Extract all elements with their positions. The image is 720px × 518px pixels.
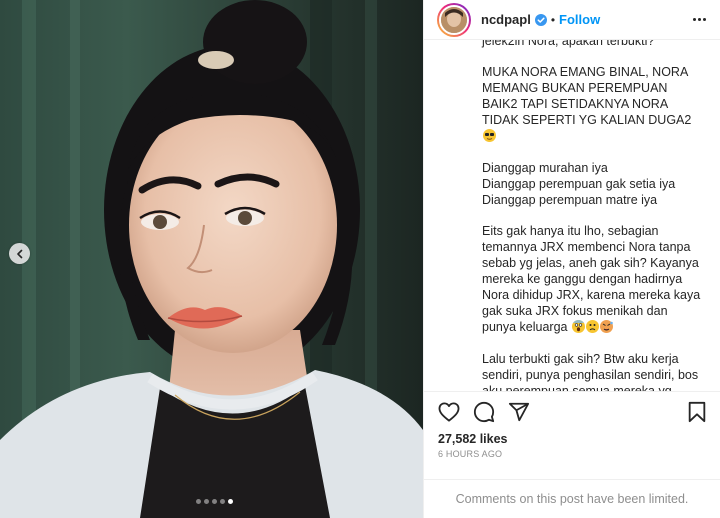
- post-photo: [0, 0, 423, 518]
- comment-icon[interactable]: [473, 401, 495, 423]
- comments-limited-notice: Comments on this post have been limited.: [424, 478, 720, 518]
- post-timestamp[interactable]: 6 HOURS AGO: [424, 449, 720, 462]
- post-media[interactable]: [0, 0, 423, 518]
- post-sidebar: ncdpapl • Follow jelek2in Nora, apakah t…: [423, 0, 720, 518]
- caption-paragraph: Eits gak hanya itu lho, sebagian temanny…: [482, 224, 701, 334]
- caption-paragraph: jelek2in Nora, apakah terbukti?: [482, 40, 655, 48]
- carousel-dot: [228, 499, 233, 504]
- bookmark-icon[interactable]: [687, 401, 707, 423]
- separator-bullet: •: [550, 12, 556, 27]
- carousel-dot: [212, 499, 217, 504]
- carousel-dot: [204, 499, 209, 504]
- caption-paragraph: Dianggap murahan iya Dianggap perempuan …: [482, 160, 676, 207]
- heart-icon[interactable]: [438, 402, 460, 422]
- chevron-left-icon: [16, 249, 22, 258]
- caption-paragraph: MUKA NORA EMANG BINAL, NORA MEMANG BUKAN…: [482, 64, 702, 144]
- post-header: ncdpapl • Follow: [424, 0, 720, 40]
- carousel-dot: [196, 499, 201, 504]
- instagram-post: ncdpapl • Follow jelek2in Nora, apakah t…: [0, 0, 720, 518]
- carousel-previous-button[interactable]: [9, 243, 30, 264]
- caption-paragraph: Lalu terbukti gak sih? Btw aku kerja sen…: [482, 351, 699, 392]
- post-caption: jelek2in Nora, apakah terbukti? MUKA NOR…: [482, 40, 702, 392]
- paper-plane-icon[interactable]: [508, 401, 530, 423]
- avatar[interactable]: [437, 2, 471, 37]
- more-options-icon[interactable]: [689, 14, 710, 25]
- avatar-photo: [441, 6, 467, 33]
- username-link[interactable]: ncdpapl: [481, 12, 531, 27]
- caption-scroll-area[interactable]: jelek2in Nora, apakah terbukti? MUKA NOR…: [424, 40, 720, 392]
- carousel-dot: [220, 499, 225, 504]
- carousel-indicator: [0, 499, 423, 504]
- verified-badge-icon: [534, 13, 547, 26]
- follow-button[interactable]: Follow: [559, 12, 600, 27]
- post-actions: [424, 392, 720, 432]
- sunglasses-emoji: [483, 129, 496, 142]
- screaming-emoji: [571, 320, 585, 333]
- hot-face-emoji: [599, 320, 613, 333]
- frowning-emoji: [585, 320, 599, 333]
- likes-count[interactable]: 27,582 likes: [424, 432, 720, 446]
- avatar-image: [439, 4, 469, 35]
